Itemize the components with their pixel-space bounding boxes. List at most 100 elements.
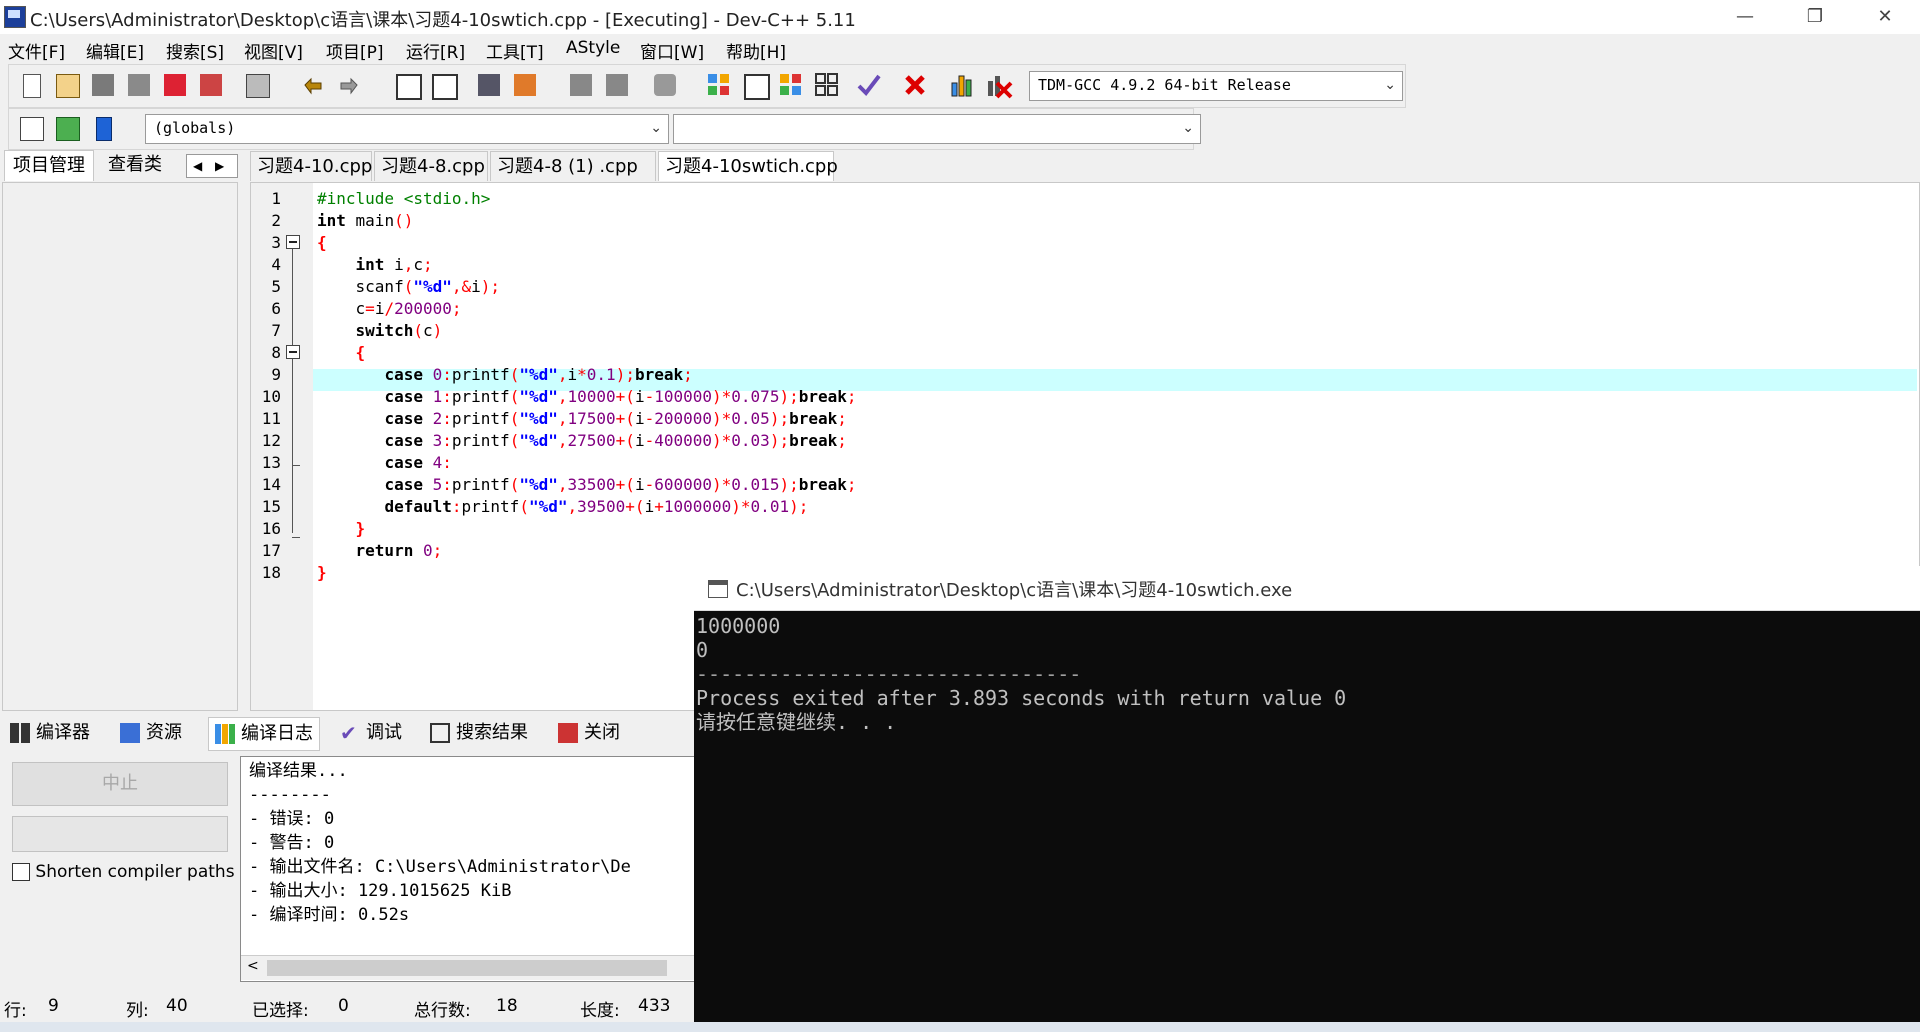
menu-help[interactable]: 帮助[H]	[726, 38, 786, 63]
file-tab-4-8-1[interactable]: 习题4-8 (1) .cpp	[490, 151, 656, 181]
profile-chart-icon[interactable]	[949, 71, 977, 99]
menu-project[interactable]: 项目[P]	[326, 38, 384, 63]
log-line: - 编译时间: 0.52s	[249, 905, 410, 925]
scope-select[interactable]: (globals) ⌄	[145, 114, 669, 144]
tab-compile-log[interactable]: 编译日志	[208, 717, 320, 751]
chevron-down-icon: ⌄	[1384, 77, 1396, 93]
scrollbar-thumb[interactable]	[267, 960, 667, 976]
goto-icon[interactable]	[53, 114, 81, 142]
print-button[interactable]	[243, 71, 271, 99]
log-line: 编译结果...	[249, 761, 348, 781]
log-line: - 警告: 0	[249, 833, 335, 853]
compiler-select[interactable]: TDM-GCC 4.9.2 64-bit Release ⌄	[1029, 71, 1403, 101]
save-button[interactable]	[89, 71, 117, 99]
tab-compiler[interactable]: 编译器	[10, 717, 90, 749]
new-file-button[interactable]	[17, 71, 45, 99]
scroll-left-icon[interactable]: <	[247, 958, 259, 974]
file-tab-4-10swtich-active[interactable]: 习题4-10swtich.cpp	[658, 151, 838, 181]
run-window-icon[interactable]	[741, 71, 770, 100]
menu-tools[interactable]: 工具[T]	[486, 38, 544, 63]
shorten-paths-checkbox[interactable]	[12, 863, 30, 881]
menu-window[interactable]: 窗口[W]	[640, 38, 704, 63]
find-button[interactable]	[393, 71, 422, 100]
close-window-button[interactable]: ✕	[1850, 0, 1920, 34]
menu-edit[interactable]: 编辑[E]	[86, 38, 144, 63]
compile-run-icon[interactable]	[777, 71, 805, 99]
code-line-3: {	[317, 233, 327, 252]
minimize-button[interactable]: —	[1710, 0, 1780, 34]
tab-close-label: 关闭	[584, 722, 620, 743]
symbol-select[interactable]: ⌄	[673, 114, 1201, 144]
line-number: 10	[261, 387, 281, 406]
status-sel-label: 已选择:	[252, 1001, 309, 1021]
file-tab-4-8[interactable]: 习题4-8.cpp	[374, 151, 488, 181]
bookmark-button[interactable]	[511, 71, 539, 99]
goto-line-button[interactable]	[475, 71, 503, 99]
save-all-button[interactable]	[125, 71, 153, 99]
scroll-right-icon[interactable]: ▶	[215, 155, 224, 177]
compile-grid-icon[interactable]	[705, 71, 733, 99]
scroll-left-icon[interactable]: ◀	[193, 155, 202, 177]
close-icon	[558, 723, 578, 743]
log-horizontal-scrollbar[interactable]: <	[241, 955, 697, 980]
tab-search-results-label: 搜索结果	[456, 722, 528, 743]
menu-run[interactable]: 运行[R]	[406, 38, 465, 63]
code-line-2: int main()	[317, 211, 414, 230]
fold-line	[292, 359, 293, 461]
class-toolbar: (globals) ⌄ ⌄	[8, 108, 1201, 150]
close-file-button[interactable]	[161, 71, 189, 99]
menu-view[interactable]: 视图[V]	[244, 38, 303, 63]
status-len-label: 长度:	[580, 1001, 620, 1021]
tab-scroll-arrows[interactable]: ◀ ▶	[186, 154, 238, 178]
tab-project-manager[interactable]: 项目管理	[4, 150, 94, 181]
menu-file[interactable]: 文件[F]	[8, 38, 65, 63]
tab-debug[interactable]: ✔ 调试	[340, 717, 402, 749]
taskbar-strip	[0, 1022, 1920, 1032]
unindent-button[interactable]	[567, 71, 595, 99]
code-line-18: }	[317, 563, 327, 582]
bookmark-toggle-icon[interactable]	[89, 114, 117, 142]
project-tree-panel[interactable]	[2, 182, 238, 711]
menu-search[interactable]: 搜索[S]	[166, 38, 224, 63]
syntax-check-icon[interactable]	[855, 71, 883, 99]
line-number: 8	[271, 343, 281, 362]
fold-toggle-icon[interactable]	[286, 235, 300, 249]
tab-search-results[interactable]: 搜索结果	[430, 717, 528, 749]
replace-button[interactable]	[429, 71, 458, 100]
close-all-button[interactable]	[197, 71, 225, 99]
compiler-select-value: TDM-GCC 4.9.2 64-bit Release	[1038, 76, 1291, 94]
tab-resources[interactable]: 资源	[120, 717, 182, 749]
shorten-paths-option[interactable]: Shorten compiler paths	[12, 862, 235, 886]
status-lines: 18	[496, 996, 518, 1016]
comment-button[interactable]	[651, 71, 679, 99]
menu-astyle[interactable]: AStyle	[566, 38, 620, 58]
log-line: - 输出文件名: C:\Users\Administrator\De	[249, 857, 631, 877]
indent-button[interactable]	[603, 71, 631, 99]
line-number: 5	[271, 277, 281, 296]
maximize-button[interactable]: ❐	[1780, 0, 1850, 34]
fold-toggle-icon[interactable]	[286, 345, 300, 359]
delete-profile-icon[interactable]	[985, 71, 1013, 99]
line-number: 16	[261, 519, 281, 538]
rebuild-icon[interactable]	[813, 71, 841, 99]
window-title: C:\Users\Administrator\Desktop\c语言\课本\习题…	[30, 10, 856, 31]
open-file-button[interactable]	[53, 71, 81, 99]
insert-icon[interactable]	[17, 114, 45, 142]
line-number: 4	[271, 255, 281, 274]
code-line-12: case 3:printf("%d",27500+(i-400000)*0.03…	[384, 431, 847, 450]
compile-log-output[interactable]: 编译结果... -------- - 错误: 0 - 警告: 0 - 输出文件名…	[240, 756, 698, 982]
tab-close[interactable]: 关闭	[558, 717, 620, 749]
undo-icon[interactable]	[299, 71, 327, 99]
redo-icon[interactable]	[335, 71, 363, 99]
console-window[interactable]: C:\Users\Administrator\Desktop\c语言\课本\习题…	[694, 566, 1920, 1032]
code-line-9: case 0:printf("%d",i*0.1);break;	[384, 365, 693, 384]
line-number: 13	[261, 453, 281, 472]
stop-execution-icon[interactable]	[901, 71, 929, 99]
console-line: --------------------------------	[696, 662, 1082, 686]
file-tab-4-10[interactable]: 习题4-10.cpp	[250, 151, 372, 181]
console-title-bar[interactable]: C:\Users\Administrator\Desktop\c语言\课本\习题…	[694, 566, 1920, 611]
search-icon	[430, 723, 450, 743]
abort-compile-button[interactable]: 中止	[12, 762, 228, 806]
code-line-13: case 4:	[384, 453, 452, 472]
tab-class-view[interactable]: 查看类	[100, 150, 170, 180]
